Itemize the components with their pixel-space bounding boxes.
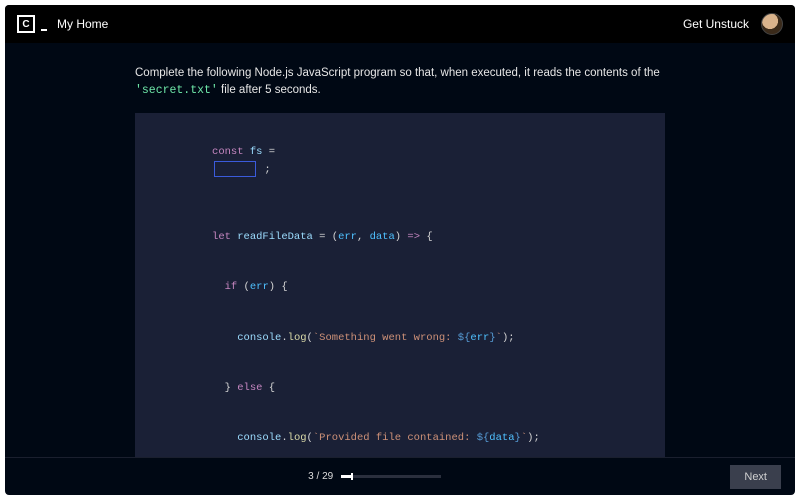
code-token: `Something went wrong:	[313, 332, 458, 344]
code-token: console	[212, 432, 281, 444]
code-token: data	[370, 231, 395, 243]
code-token: readFileData	[231, 231, 319, 243]
code-token: }	[212, 382, 237, 394]
code-token: {	[262, 382, 275, 394]
code-token: log	[288, 332, 307, 344]
nav-my-home[interactable]: My Home	[57, 17, 108, 31]
code-token: err	[470, 332, 489, 344]
code-token: fs	[244, 146, 269, 158]
progress-label: 3 / 29	[308, 471, 333, 482]
code-block: const fs = ; let readFileData = (err, da…	[135, 113, 665, 457]
code-token: );	[527, 432, 540, 444]
next-button[interactable]: Next	[730, 465, 781, 489]
content-area: Complete the following Node.js JavaScrip…	[5, 43, 795, 457]
code-token: );	[502, 332, 515, 344]
prompt-text-2: file after 5 seconds.	[218, 84, 321, 96]
blank-slot-1[interactable]	[214, 161, 256, 177]
code-token: data	[489, 432, 514, 444]
code-token: {	[420, 231, 433, 243]
app-frame: C My Home Get Unstuck Complete the follo…	[5, 5, 795, 495]
code-token: log	[288, 432, 307, 444]
code-token: ,	[357, 231, 370, 243]
code-token: else	[237, 382, 262, 394]
brand-logo[interactable]: C	[17, 15, 35, 33]
code-token: ${	[458, 332, 471, 344]
code-token: =>	[407, 231, 420, 243]
code-token: ${	[477, 432, 490, 444]
progress-bar[interactable]	[341, 475, 441, 478]
code-token: const	[212, 146, 244, 158]
code-token: ) {	[269, 281, 288, 293]
brand-cursor-icon	[41, 25, 47, 31]
prompt-text-1: Complete the following Node.js JavaScrip…	[135, 67, 660, 79]
code-token: (	[325, 231, 338, 243]
footer-bar: 3 / 29 Next	[5, 457, 795, 495]
progress-fill	[341, 475, 351, 478]
code-token: ;	[258, 164, 271, 176]
code-token: (	[237, 281, 250, 293]
avatar[interactable]	[761, 13, 783, 35]
question-prompt: Complete the following Node.js JavaScrip…	[135, 65, 665, 99]
code-token: let	[212, 231, 231, 243]
code-token: `Provided file contained:	[313, 432, 477, 444]
progress-knob-icon	[351, 473, 353, 480]
code-token: err	[250, 281, 269, 293]
code-token: )	[395, 231, 408, 243]
get-unstuck-link[interactable]: Get Unstuck	[683, 17, 749, 31]
code-token: if	[212, 281, 237, 293]
prompt-filename: 'secret.txt'	[135, 84, 218, 97]
code-token: =	[269, 146, 275, 158]
topbar: C My Home Get Unstuck	[5, 5, 795, 43]
code-token: err	[338, 231, 357, 243]
code-token: console	[212, 332, 281, 344]
